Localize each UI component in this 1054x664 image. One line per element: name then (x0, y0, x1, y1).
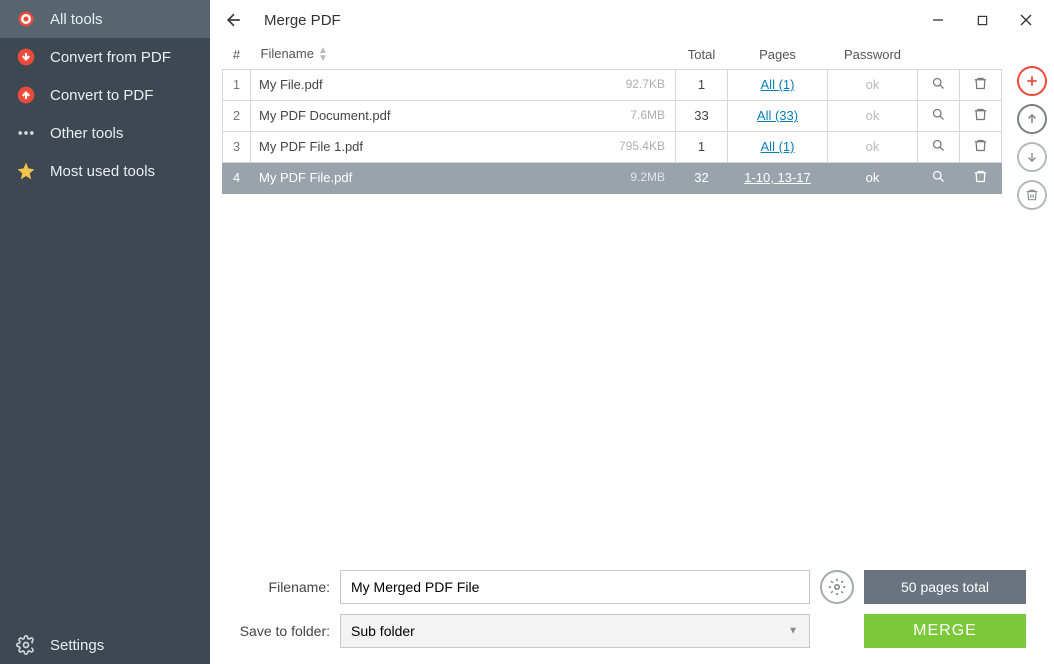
page-title: Merge PDF (264, 12, 341, 29)
row-total: 1 (676, 69, 728, 100)
window-minimize-button[interactable] (916, 0, 960, 40)
row-index: 3 (223, 131, 251, 162)
sidebar-item-convert-to-pdf[interactable]: Convert to PDF (0, 76, 210, 114)
row-password: ok (828, 131, 918, 162)
delete-row-button[interactable] (960, 100, 1002, 131)
footer: Filename: 50 pages total Save to folder:… (210, 562, 1054, 664)
titlebar: Merge PDF (210, 0, 1054, 40)
sidebar-item-label: Convert to PDF (50, 87, 153, 104)
row-filename: My PDF File 1.pdf795.4KB (251, 131, 676, 162)
row-index: 2 (223, 100, 251, 131)
row-filesize: 9.2MB (630, 170, 665, 184)
row-filename: My PDF Document.pdf7.6MB (251, 100, 676, 131)
preview-button[interactable] (918, 100, 960, 131)
side-actions (1010, 40, 1054, 562)
sidebar-item-label: Most used tools (50, 163, 155, 180)
remove-all-button[interactable] (1017, 180, 1047, 210)
delete-row-button[interactable] (960, 162, 1002, 193)
col-total[interactable]: Total (676, 40, 728, 69)
target-icon (16, 9, 36, 29)
window-close-button[interactable] (1004, 0, 1048, 40)
row-pages-link[interactable]: 1-10, 13-17 (728, 162, 828, 193)
col-index[interactable]: # (223, 40, 251, 69)
table-header-row: # Filename▲▼ Total Pages Password (223, 40, 1002, 69)
sort-icon: ▲▼ (318, 47, 328, 63)
sidebar-item-all-tools[interactable]: All tools (0, 0, 210, 38)
file-table: # Filename▲▼ Total Pages Password 1My Fi… (222, 40, 1002, 194)
sidebar-item-most-used-tools[interactable]: Most used tools (0, 152, 210, 190)
save-folder-select[interactable] (340, 614, 810, 648)
row-pages-link[interactable]: All (33) (728, 100, 828, 131)
delete-row-button[interactable] (960, 69, 1002, 100)
saveto-label: Save to folder: (222, 623, 330, 639)
move-up-button[interactable] (1017, 104, 1047, 134)
row-pages-link[interactable]: All (1) (728, 131, 828, 162)
sidebar: All tools Convert from PDF Convert to PDF O… (0, 0, 210, 664)
move-down-button[interactable] (1017, 142, 1047, 172)
delete-row-button[interactable] (960, 131, 1002, 162)
row-index: 4 (223, 162, 251, 193)
table-row[interactable]: 2My PDF Document.pdf7.6MB33All (33)ok (223, 100, 1002, 131)
preview-button[interactable] (918, 131, 960, 162)
table-row[interactable]: 4My PDF File.pdf9.2MB321-10, 13-17ok (223, 162, 1002, 193)
row-password: ok (828, 162, 918, 193)
row-total: 32 (676, 162, 728, 193)
row-total: 33 (676, 100, 728, 131)
row-password: ok (828, 69, 918, 100)
sidebar-item-label: Convert from PDF (50, 49, 171, 66)
arrow-up-icon (16, 85, 36, 105)
star-icon (16, 161, 36, 181)
add-file-button[interactable] (1017, 66, 1047, 96)
row-filesize: 7.6MB (630, 108, 665, 122)
sidebar-settings-label: Settings (50, 637, 104, 654)
window-maximize-button[interactable] (960, 0, 1004, 40)
table-row[interactable]: 3My PDF File 1.pdf795.4KB1All (1)ok (223, 131, 1002, 162)
sidebar-item-other-tools[interactable]: Other tools (0, 114, 210, 152)
row-pages-link[interactable]: All (1) (728, 69, 828, 100)
main-panel: Merge PDF # Filename▲▼ Total (210, 0, 1054, 664)
col-filename[interactable]: Filename▲▼ (251, 40, 676, 69)
gear-icon (16, 635, 36, 655)
row-filename: My File.pdf92.7KB (251, 69, 676, 100)
filename-label: Filename: (222, 579, 330, 595)
merge-button[interactable]: MERGE (864, 614, 1026, 648)
row-filesize: 795.4KB (619, 139, 665, 153)
dots-icon (16, 123, 36, 143)
filename-settings-button[interactable] (820, 570, 854, 604)
sidebar-settings[interactable]: Settings (0, 626, 210, 664)
back-button[interactable] (216, 10, 252, 30)
preview-button[interactable] (918, 69, 960, 100)
row-index: 1 (223, 69, 251, 100)
output-filename-input[interactable] (340, 570, 810, 604)
row-filesize: 92.7KB (626, 77, 665, 91)
col-pages[interactable]: Pages (728, 40, 828, 69)
preview-button[interactable] (918, 162, 960, 193)
total-pages-badge: 50 pages total (864, 570, 1026, 604)
row-password: ok (828, 100, 918, 131)
arrow-down-icon (16, 47, 36, 67)
table-row[interactable]: 1My File.pdf92.7KB1All (1)ok (223, 69, 1002, 100)
sidebar-item-convert-from-pdf[interactable]: Convert from PDF (0, 38, 210, 76)
sidebar-item-label: Other tools (50, 125, 123, 142)
sidebar-item-label: All tools (50, 11, 103, 28)
row-filename: My PDF File.pdf9.2MB (251, 162, 676, 193)
col-password[interactable]: Password (828, 40, 918, 69)
row-total: 1 (676, 131, 728, 162)
